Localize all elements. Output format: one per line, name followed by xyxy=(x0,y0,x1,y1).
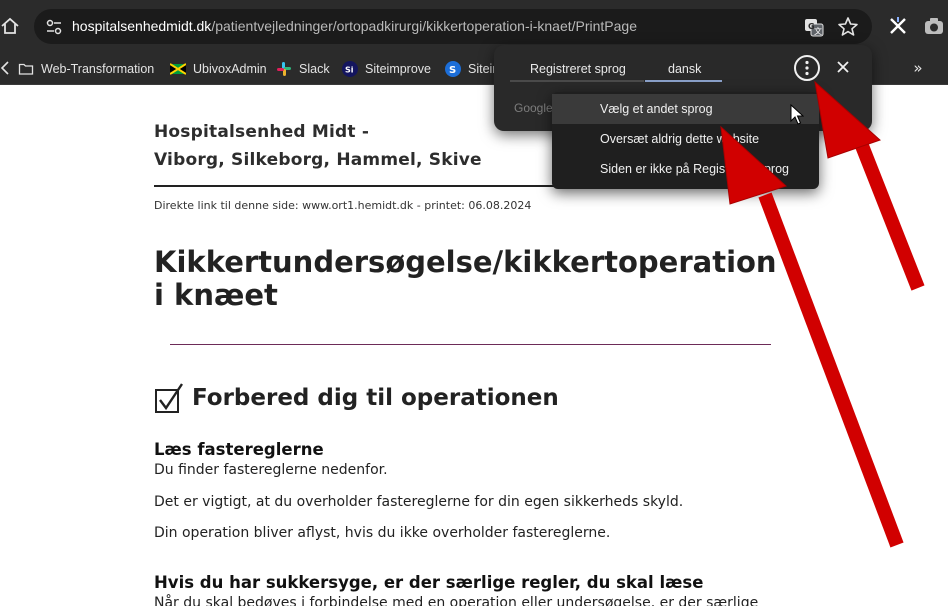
home-icon[interactable] xyxy=(0,14,20,38)
jamaica-flag-icon xyxy=(170,62,186,75)
fasting-paragraph-3: Din operation bliver aflyst, hvis du ikk… xyxy=(154,525,611,541)
translate-options-menu: Vælg et andet sprog Oversæt aldrig dette… xyxy=(552,92,819,189)
page-title: Kikkertundersøgelse/kikkertoperation i k… xyxy=(154,245,777,312)
menu-item-never-translate-site[interactable]: Oversæt aldrig dette website xyxy=(552,124,819,154)
svg-text:文: 文 xyxy=(814,26,822,36)
checkbox-checked-icon xyxy=(155,383,183,413)
more-vert-icon xyxy=(805,60,809,76)
translate-icon[interactable]: G 文 xyxy=(802,15,826,39)
slack-icon xyxy=(277,61,291,76)
address-bar[interactable]: hospitalsenhedmidt.dk/patientvejledninge… xyxy=(34,9,872,44)
section-title: Forbered dig til operationen xyxy=(192,385,559,411)
bookmark-slack[interactable]: Slack xyxy=(276,52,330,85)
bookmark-siteimprove[interactable]: Si Siteimprove xyxy=(342,52,431,85)
tab-danish[interactable]: dansk xyxy=(668,59,701,79)
chevron-left-icon xyxy=(0,61,9,75)
google-translate-label: Google xyxy=(514,101,553,115)
fasting-heading: Læs fastereglerne xyxy=(154,440,324,459)
camera-icon[interactable] xyxy=(922,14,946,38)
bookmark-web-transformation[interactable]: Web-Transformation xyxy=(18,52,154,85)
menu-item-choose-language[interactable]: Vælg et andet sprog xyxy=(552,94,819,124)
fasting-paragraph-2: Det er vigtigt, at du overholder fastere… xyxy=(154,494,684,510)
tab-underline xyxy=(510,80,644,82)
title-divider xyxy=(170,344,771,345)
folder-icon xyxy=(18,63,34,75)
svg-text:Si: Si xyxy=(345,65,354,74)
bookmark-label: Web-Transformation xyxy=(41,61,155,76)
si-icon: Si xyxy=(342,60,358,77)
bookmark-label: UbivoxAdmin xyxy=(193,61,267,76)
url-text[interactable]: hospitalsenhedmidt.dk/patientvejledninge… xyxy=(72,9,637,44)
svg-text:S: S xyxy=(449,65,456,76)
diabetes-heading: Hvis du har sukkersyge, er der særlige r… xyxy=(154,573,704,592)
s-icon: S xyxy=(445,60,461,77)
extension-x-icon[interactable] xyxy=(886,14,910,38)
bookmark-label: Slack xyxy=(299,61,330,76)
mouse-cursor-icon xyxy=(790,104,804,125)
bookmark-ubivoxadmin[interactable]: UbivoxAdmin xyxy=(170,52,267,85)
tab-underline-active xyxy=(645,80,722,82)
bookmark-label: Siteimprove xyxy=(365,61,431,76)
section-heading: Forbered dig til operationen xyxy=(154,382,559,414)
direct-link-text: Direkte link til denne side: www.ort1.he… xyxy=(154,199,532,212)
fasting-paragraph-1: Du finder fastereglerne nedenfor. xyxy=(154,462,388,478)
close-icon[interactable] xyxy=(833,57,853,77)
bookmark-star-icon[interactable] xyxy=(836,15,860,39)
site-info-icon[interactable] xyxy=(44,17,64,37)
more-options-button[interactable] xyxy=(794,55,820,81)
diabetes-paragraph-1: Når du skal bedøves i forbindelse med en… xyxy=(154,595,759,606)
more-bookmarks-button[interactable]: » xyxy=(908,58,928,78)
url-host: hospitalsenhedmidt.dk xyxy=(72,18,212,34)
menu-item-wrong-language[interactable]: Siden er ikke på Registreret sprog xyxy=(552,154,819,184)
tab-detected-language[interactable]: Registreret sprog xyxy=(530,59,626,79)
url-path: /patientvejledninger/ortopadkirurgi/kikk… xyxy=(211,18,637,34)
